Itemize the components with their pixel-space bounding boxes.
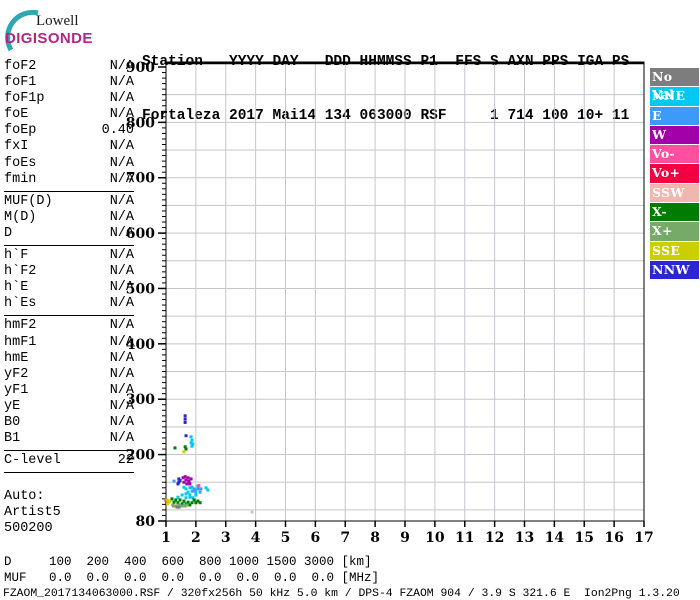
echo-point	[191, 489, 195, 493]
x-axis-tick-label: 5	[281, 530, 291, 546]
y-axis-tick-label: 300	[126, 392, 155, 408]
y-axis-tick-label: 200	[126, 448, 155, 464]
echo-point	[165, 498, 169, 502]
echo-point	[177, 505, 181, 509]
x-axis-tick-label: 14	[545, 530, 565, 546]
echo-point	[190, 485, 194, 489]
echo-point	[190, 438, 194, 442]
echo-point	[186, 500, 190, 504]
echo-point	[182, 499, 186, 503]
legend-item-vominus: Vo-	[650, 145, 699, 164]
echo-point	[182, 480, 186, 484]
echo-point	[183, 417, 187, 421]
echo-point	[190, 501, 194, 505]
echo-point	[188, 482, 192, 486]
y-axis-tick-label: 80	[136, 514, 156, 530]
x-axis-tick-label: 11	[455, 530, 474, 546]
echo-point	[180, 493, 184, 497]
echo-point	[173, 446, 177, 450]
echo-point	[172, 479, 176, 483]
echo-point	[176, 495, 180, 499]
echo-point	[183, 414, 187, 418]
echo-point	[185, 482, 189, 486]
echo-point	[183, 420, 187, 424]
echo-point	[192, 498, 196, 502]
muf-row: MUF 0.0 0.0 0.0 0.0 0.0 0.0 0.0 0.0 [MHz…	[4, 571, 380, 585]
y-axis-tick-label: 900	[126, 60, 155, 76]
ionogram-plot: 900800700600500400300200801 2 3 4 5 6 7 8 9 10 11 1…	[126, 60, 654, 546]
echo-point	[184, 434, 188, 438]
x-axis-tick-label: 7	[340, 530, 350, 546]
echo-point	[178, 498, 182, 502]
legend-item-nnw: NNW	[650, 260, 699, 280]
echo-point	[184, 447, 188, 451]
x-axis-tick-label: 3	[221, 530, 231, 546]
echo-point	[198, 490, 202, 494]
echo-point	[184, 492, 188, 496]
distance-row: D 100 200 400 600 800 1000 1500 3000 [km…	[4, 555, 372, 569]
x-axis-tick-label: 1	[161, 530, 171, 546]
legend-item-xplus: X+	[650, 222, 699, 241]
echo-point	[196, 487, 200, 491]
y-axis-tick-label: 500	[126, 281, 155, 297]
echo-point	[182, 450, 186, 454]
echo-point	[170, 497, 174, 501]
file-info-row: FZAOM_2017134063000.RSF / 320fx256h 50 k…	[3, 588, 680, 600]
x-axis-tick-label: 8	[370, 530, 380, 546]
y-axis-tick-label: 700	[126, 171, 155, 187]
x-axis-tick-label: 16	[604, 530, 623, 546]
legend-item-voplus: Vo+	[650, 164, 699, 183]
legend-item-nne: NNE	[650, 87, 699, 106]
echo-point	[183, 475, 187, 479]
echo-point	[184, 487, 188, 491]
echo-point	[194, 493, 198, 497]
x-axis-tick-label: 17	[634, 530, 653, 546]
echo-point	[197, 484, 201, 488]
echo-type-legend: No ValNNEEWVo-Vo+SSWX-X+SSENNW	[650, 68, 699, 280]
legend-item-noval: No Val	[650, 68, 699, 102]
legend-item-ssw: SSW	[650, 183, 699, 203]
x-axis-tick-label: 4	[251, 530, 261, 546]
echo-point	[186, 476, 190, 480]
echo-point	[250, 510, 254, 514]
echo-point	[165, 502, 169, 506]
x-axis-tick-label: 15	[575, 530, 594, 546]
legend-item-e: E	[650, 106, 699, 125]
x-axis-tick-label: 13	[515, 530, 534, 546]
x-axis-tick-label: 10	[425, 530, 445, 546]
x-axis-tick-label: 12	[485, 530, 504, 546]
echo-point	[174, 498, 178, 502]
legend-item-sse: SSE	[650, 241, 699, 260]
echo-point	[176, 482, 180, 486]
echo-point	[206, 488, 210, 492]
y-axis-tick-label: 800	[126, 115, 155, 131]
y-axis-tick-label: 400	[126, 337, 155, 353]
echo-point	[180, 504, 184, 508]
echo-point	[189, 435, 193, 439]
echo-point	[198, 501, 202, 505]
echo-point	[189, 477, 193, 481]
legend-item-xminus: X-	[650, 203, 699, 222]
x-axis-tick-label: 9	[400, 530, 410, 546]
echo-point	[178, 479, 182, 483]
y-axis-tick-label: 600	[126, 226, 155, 242]
x-axis-tick-label: 6	[311, 530, 321, 546]
echo-point	[184, 496, 188, 500]
echo-point	[199, 487, 203, 491]
echo-point	[190, 444, 194, 448]
echo-point	[188, 495, 192, 499]
digisonde-ionogram-view: Lowell DIGISONDE Station YYYY DAY DDD HH…	[0, 0, 700, 600]
echo-point	[185, 503, 189, 507]
x-axis-tick-label: 2	[191, 530, 201, 546]
legend-item-w: W	[650, 125, 699, 145]
